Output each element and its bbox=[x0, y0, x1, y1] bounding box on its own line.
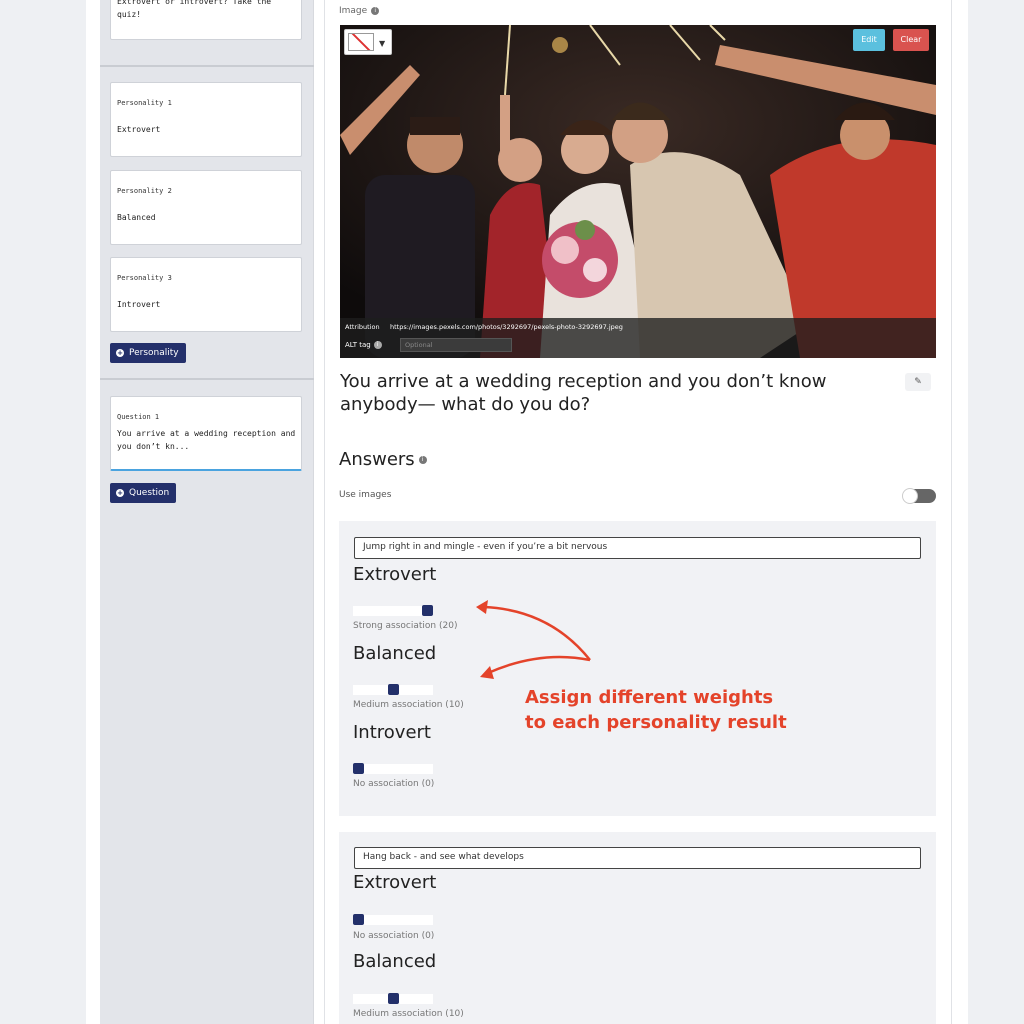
weight-personality-name: Extrovert bbox=[353, 564, 437, 585]
weight-association-label: Medium association (10) bbox=[353, 1009, 464, 1019]
weight-slider[interactable] bbox=[353, 763, 433, 774]
add-personality-label: Personality bbox=[129, 348, 179, 358]
plus-icon: + bbox=[116, 349, 124, 357]
clear-image-button[interactable]: Clear bbox=[893, 29, 929, 51]
weight-association-label: Medium association (10) bbox=[353, 700, 464, 710]
weight-association-label: No association (0) bbox=[353, 779, 435, 789]
question-card-1[interactable]: Question 1 You arrive at a wedding recep… bbox=[110, 396, 302, 471]
weight-slider[interactable] bbox=[353, 684, 433, 695]
weight-slider[interactable] bbox=[353, 605, 433, 616]
answer-text-input[interactable]: Hang back - and see what develops bbox=[354, 847, 921, 869]
info-icon[interactable]: i bbox=[371, 7, 380, 15]
annotation-line-1: Assign different weights bbox=[525, 687, 774, 708]
question-value: You arrive at a wedding reception and yo… bbox=[117, 429, 296, 451]
personality-card-2[interactable]: Personality 2 Balanced bbox=[110, 170, 302, 245]
weight-slider[interactable] bbox=[353, 914, 433, 925]
alt-tag-label-text: ALT tag bbox=[345, 341, 371, 349]
edit-image-button[interactable]: Edit bbox=[853, 29, 885, 51]
intro-card[interactable]: Extrovert or introvert? Take the quiz! bbox=[110, 0, 302, 40]
use-images-toggle[interactable] bbox=[902, 488, 936, 504]
annotation-line-2: to each personality result bbox=[525, 712, 787, 733]
sidebar: Extrovert or introvert? Take the quiz! P… bbox=[100, 0, 314, 1024]
answer-card-1: Jump right in and mingle - even if you’r… bbox=[339, 521, 936, 816]
plus-icon: + bbox=[116, 489, 124, 497]
personality-value: Introvert bbox=[117, 300, 161, 309]
weight-personality-name: Balanced bbox=[353, 951, 437, 972]
info-icon[interactable]: i bbox=[418, 455, 427, 464]
slider-thumb[interactable] bbox=[388, 684, 399, 695]
attribution-label: Attribution bbox=[345, 323, 380, 331]
weight-association-label: No association (0) bbox=[353, 931, 435, 941]
sidebar-divider bbox=[100, 378, 314, 380]
answer-card-2: Hang back - and see what develops Extrov… bbox=[339, 832, 936, 1024]
personality-card-3[interactable]: Personality 3 Introvert bbox=[110, 257, 302, 332]
personality-caption: Personality 3 bbox=[117, 274, 172, 282]
info-icon[interactable]: i bbox=[373, 341, 382, 349]
weight-slider[interactable] bbox=[353, 993, 433, 1004]
weight-personality-name: Introvert bbox=[353, 722, 431, 743]
image-label: Image i bbox=[339, 6, 380, 16]
weight-personality-name: Balanced bbox=[353, 643, 437, 664]
color-swatch bbox=[348, 33, 374, 51]
color-picker[interactable]: ▼ bbox=[344, 29, 392, 55]
alt-tag-label: ALT tag i bbox=[345, 341, 382, 349]
intro-text: Extrovert or introvert? Take the quiz! bbox=[117, 0, 272, 19]
wedding-photo-illustration bbox=[340, 25, 936, 358]
personality-caption: Personality 2 bbox=[117, 187, 172, 195]
edit-question-button[interactable]: ✎ bbox=[905, 373, 931, 391]
personality-card-1[interactable]: Personality 1 Extrovert bbox=[110, 82, 302, 157]
attribution-value[interactable]: https://images.pexels.com/photos/3292697… bbox=[390, 323, 623, 331]
weight-personality-name: Extrovert bbox=[353, 872, 437, 893]
add-question-button[interactable]: + Question bbox=[110, 483, 177, 503]
use-images-label: Use images bbox=[339, 490, 392, 500]
personality-value: Extrovert bbox=[117, 125, 161, 134]
toggle-knob bbox=[902, 488, 918, 504]
slider-thumb[interactable] bbox=[353, 763, 364, 774]
weight-association-label: Strong association (20) bbox=[353, 621, 458, 631]
alt-tag-input[interactable]: Optional bbox=[400, 338, 512, 352]
answers-heading-text: Answers bbox=[339, 449, 415, 470]
question-text[interactable]: You arrive at a wedding reception and yo… bbox=[340, 370, 900, 416]
answers-heading: Answers i bbox=[339, 449, 427, 470]
add-question-label: Question bbox=[129, 488, 170, 498]
slider-thumb[interactable] bbox=[353, 914, 364, 925]
pencil-icon: ✎ bbox=[914, 377, 922, 387]
slider-thumb[interactable] bbox=[422, 605, 433, 616]
slider-thumb[interactable] bbox=[388, 993, 399, 1004]
answer-text-input[interactable]: Jump right in and mingle - even if you’r… bbox=[354, 537, 921, 559]
personality-caption: Personality 1 bbox=[117, 99, 172, 107]
sidebar-divider bbox=[100, 65, 314, 67]
chevron-down-icon: ▼ bbox=[379, 39, 386, 48]
image-label-text: Image bbox=[339, 6, 368, 16]
annotation-arrows bbox=[476, 600, 591, 679]
personality-value: Balanced bbox=[117, 213, 156, 222]
add-personality-button[interactable]: + Personality bbox=[110, 343, 186, 363]
question-image bbox=[340, 25, 936, 358]
question-caption: Question 1 bbox=[117, 413, 160, 421]
annotation-text: Assign different weights to each persona… bbox=[525, 685, 787, 735]
